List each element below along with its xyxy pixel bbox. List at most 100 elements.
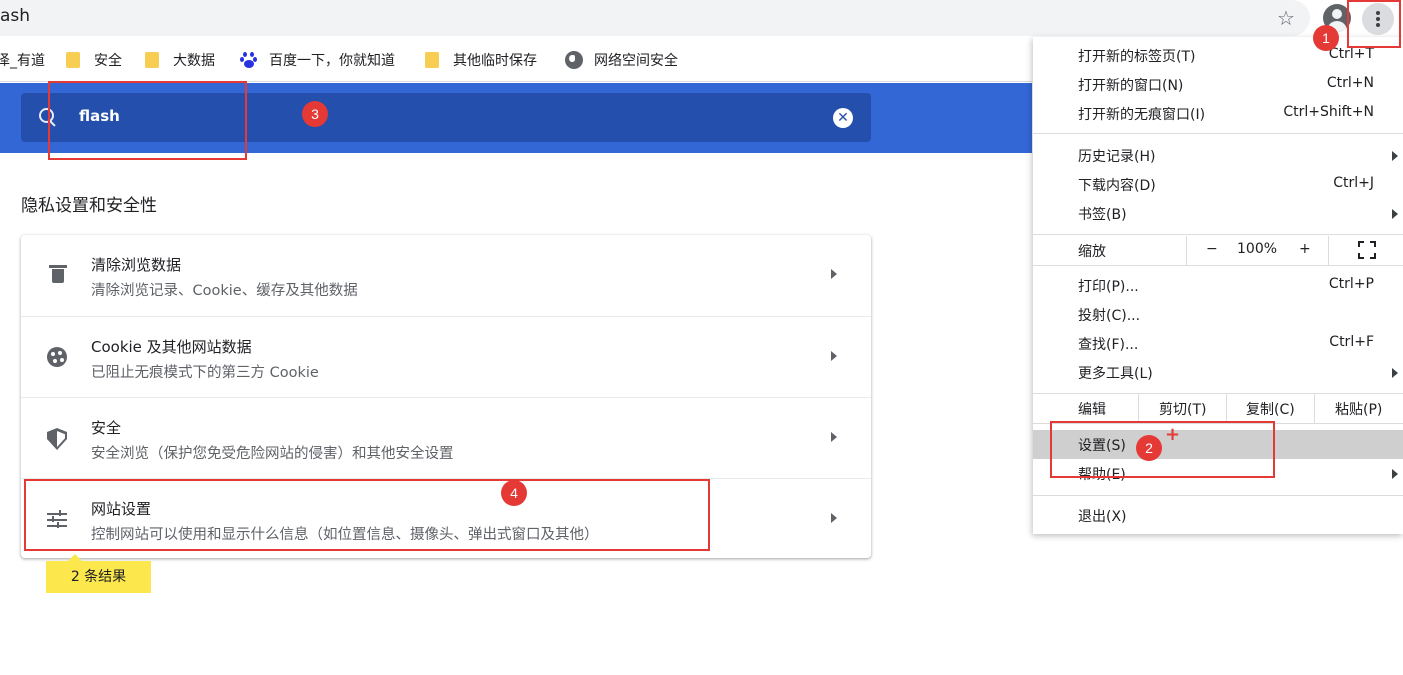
menu-separator bbox=[1033, 495, 1403, 496]
menu-label: 下载内容(D) bbox=[1078, 178, 1156, 194]
cookie-icon bbox=[47, 347, 67, 367]
menu-row-zoom: 缩放 − 100% + bbox=[1033, 236, 1403, 265]
address-text[interactable]: ash bbox=[0, 6, 30, 26]
cursor-plus-icon: + bbox=[1165, 424, 1181, 445]
baidu-icon bbox=[240, 51, 258, 69]
menu-divider bbox=[1226, 394, 1227, 423]
chevron-right-icon bbox=[831, 432, 837, 442]
menu-label: 更多工具(L) bbox=[1078, 366, 1153, 382]
submenu-arrow-icon bbox=[1392, 469, 1398, 479]
zoom-level: 100% bbox=[1237, 241, 1278, 257]
bookmark-item[interactable]: 网络空间安全 bbox=[565, 50, 678, 70]
row-cookies[interactable]: Cookie 及其他网站数据 已阻止无痕模式下的第三方 Cookie bbox=[21, 316, 871, 397]
menu-item-exit[interactable]: 退出(X) bbox=[1033, 501, 1403, 530]
menu-label: 投射(C)... bbox=[1078, 308, 1141, 324]
menu-label: 编辑 bbox=[1078, 402, 1106, 418]
chevron-right-icon bbox=[831, 269, 837, 279]
zoom-out-button[interactable]: − bbox=[1206, 241, 1218, 257]
menu-label: 书签(B) bbox=[1078, 207, 1127, 223]
menu-item-downloads[interactable]: 下载内容(D) Ctrl+J bbox=[1033, 170, 1403, 199]
annotation-box-settings bbox=[1050, 421, 1275, 478]
submenu-arrow-icon bbox=[1392, 368, 1398, 378]
menu-item-bookmarks[interactable]: 书签(B) bbox=[1033, 199, 1403, 228]
row-subtitle: 清除浏览记录、Cookie、缓存及其他数据 bbox=[91, 283, 358, 299]
annotation-badge-1: 1 bbox=[1313, 25, 1339, 51]
row-subtitle: 安全浏览（保护您免受危险网站的侵害）和其他安全设置 bbox=[91, 446, 454, 462]
row-title: Cookie 及其他网站数据 bbox=[91, 338, 252, 356]
menu-label: 缩放 bbox=[1078, 244, 1106, 260]
menu-separator bbox=[1033, 234, 1403, 235]
bookmark-star-icon[interactable]: ☆ bbox=[1277, 6, 1295, 30]
bookmark-label: 其他临时保存 bbox=[453, 53, 537, 69]
menu-divider bbox=[1328, 236, 1329, 265]
menu-divider bbox=[1186, 236, 1187, 265]
menu-label: 打开新的标签页(T) bbox=[1078, 49, 1196, 65]
menu-label: 退出(X) bbox=[1078, 509, 1127, 525]
menu-label: 查找(F)... bbox=[1078, 337, 1139, 353]
menu-item-print[interactable]: 打印(P)... Ctrl+P bbox=[1033, 271, 1403, 300]
bookmark-label: 泽_有道 bbox=[0, 53, 45, 69]
menu-divider bbox=[1138, 394, 1139, 423]
menu-label: 历史记录(H) bbox=[1078, 149, 1156, 165]
shield-icon bbox=[47, 428, 67, 450]
menu-item-more-tools[interactable]: 更多工具(L) bbox=[1033, 358, 1403, 387]
menu-item-find[interactable]: 查找(F)... Ctrl+F bbox=[1033, 329, 1403, 358]
cut-button[interactable]: 剪切(T) bbox=[1159, 399, 1206, 419]
row-title: 安全 bbox=[91, 419, 122, 437]
annotation-box-search bbox=[48, 81, 247, 160]
menu-shortcut: Ctrl+Shift+N bbox=[1283, 104, 1374, 120]
row-subtitle: 已阻止无痕模式下的第三方 Cookie bbox=[91, 365, 319, 381]
menu-shortcut: Ctrl+N bbox=[1326, 75, 1374, 91]
zoom-in-button[interactable]: + bbox=[1299, 241, 1311, 257]
annotation-badge-2: 2 bbox=[1136, 435, 1162, 461]
paste-button[interactable]: 粘贴(P) bbox=[1335, 399, 1382, 419]
menu-separator bbox=[1033, 265, 1403, 266]
menu-shortcut: Ctrl+P bbox=[1328, 276, 1374, 292]
submenu-arrow-icon bbox=[1392, 151, 1398, 161]
menu-label: 打印(P)... bbox=[1078, 279, 1139, 295]
menu-item-cast[interactable]: 投射(C)... bbox=[1033, 300, 1403, 329]
folder-icon bbox=[425, 52, 439, 68]
menu-row-edit: 编辑 剪切(T) 复制(C) 粘贴(P) bbox=[1033, 394, 1403, 423]
row-security[interactable]: 安全 安全浏览（保护您免受危险网站的侵害）和其他安全设置 bbox=[21, 397, 871, 478]
row-title: 清除浏览数据 bbox=[91, 256, 182, 274]
menu-shortcut: Ctrl+F bbox=[1329, 334, 1374, 350]
annotation-badge-4: 4 bbox=[501, 480, 527, 506]
menu-item-new-window[interactable]: 打开新的窗口(N) Ctrl+N bbox=[1033, 70, 1403, 99]
folder-icon bbox=[145, 52, 159, 68]
address-bar[interactable]: ash ☆ bbox=[0, 0, 1310, 36]
menu-item-history[interactable]: 历史记录(H) bbox=[1033, 141, 1403, 170]
bookmark-item[interactable]: 大数据 bbox=[145, 50, 215, 70]
globe-icon bbox=[565, 51, 583, 69]
menu-label: 打开新的窗口(N) bbox=[1078, 78, 1184, 94]
menu-shortcut: Ctrl+J bbox=[1333, 175, 1374, 191]
submenu-arrow-icon bbox=[1392, 209, 1398, 219]
menu-shortcut: Ctrl+T bbox=[1328, 46, 1374, 62]
menu-label: 打开新的无痕窗口(I) bbox=[1078, 107, 1206, 123]
folder-icon bbox=[66, 52, 80, 68]
bookmark-item[interactable]: 安全 bbox=[66, 50, 122, 70]
bookmarks-bar: 泽_有道 安全 大数据 百度一下，你就知道 其他临时保存 网络空间安全 bbox=[0, 40, 1032, 80]
bookmark-item[interactable]: 百度一下，你就知道 bbox=[240, 50, 395, 70]
fullscreen-icon[interactable] bbox=[1358, 241, 1376, 259]
bookmark-item[interactable]: 泽_有道 bbox=[0, 50, 45, 70]
search-results-tooltip: 2 条结果 bbox=[46, 554, 151, 593]
bookmark-label: 网络空间安全 bbox=[594, 53, 678, 69]
row-clear-browsing-data[interactable]: 清除浏览数据 清除浏览记录、Cookie、缓存及其他数据 bbox=[21, 235, 871, 316]
annotation-box-site-settings bbox=[24, 479, 710, 551]
clear-search-icon[interactable]: ✕ bbox=[833, 108, 853, 128]
annotation-badge-3: 3 bbox=[302, 101, 328, 127]
trash-icon bbox=[49, 265, 67, 283]
chevron-right-icon bbox=[831, 351, 837, 361]
menu-item-incognito[interactable]: 打开新的无痕窗口(I) Ctrl+Shift+N bbox=[1033, 99, 1403, 128]
chevron-right-icon bbox=[831, 513, 837, 523]
bookmark-label: 大数据 bbox=[173, 53, 215, 69]
copy-button[interactable]: 复制(C) bbox=[1246, 399, 1295, 419]
bookmark-item[interactable]: 其他临时保存 bbox=[425, 50, 537, 70]
bookmark-label: 安全 bbox=[94, 53, 122, 69]
section-title: 隐私设置和安全性 bbox=[21, 196, 157, 216]
menu-separator bbox=[1033, 133, 1403, 134]
bookmark-label: 百度一下，你就知道 bbox=[269, 53, 395, 69]
annotation-box-menu bbox=[1347, 0, 1401, 48]
menu-divider bbox=[1314, 394, 1315, 423]
